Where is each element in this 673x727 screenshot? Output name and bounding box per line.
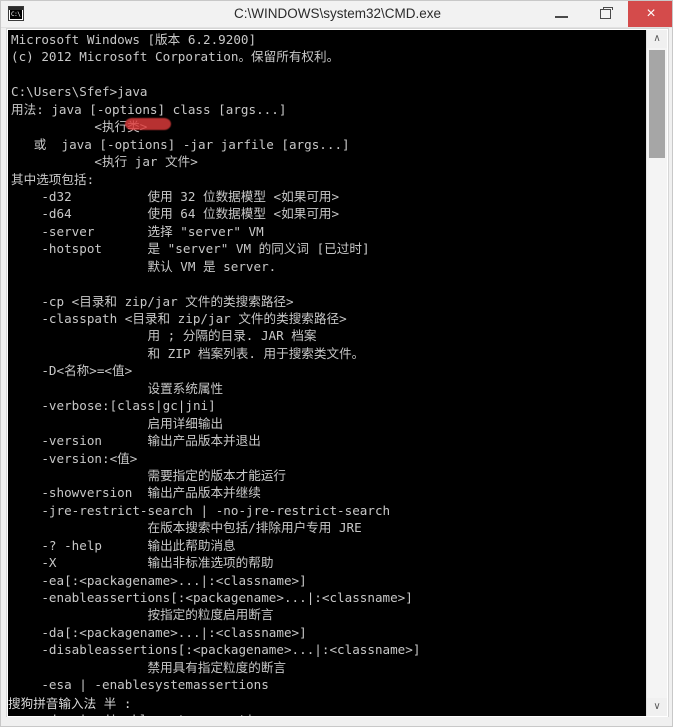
console-line: <执行 jar 文件> [11,154,198,170]
close-button[interactable]: × [628,1,672,27]
maximize-button[interactable] [584,1,628,27]
console-line: -cp <目录和 zip/jar 文件的类搜索路径> [11,293,294,309]
console-line: 其中选项包括: [11,171,95,187]
console-frame: Microsoft Windows [版本 6.2.9200] (c) 2012 … [6,28,669,718]
maximize-icon [600,6,613,19]
close-icon: × [646,5,656,22]
console-line: <执行类> [11,119,148,135]
console-output-area[interactable]: Microsoft Windows [版本 6.2.9200] (c) 2012 … [8,30,646,716]
console-line: 在版本搜索中包括/排除用户专用 JRE [11,520,362,536]
console-line: -ea[:<packagename>...|:<classname>] [11,572,307,588]
console-line: 用 ; 分隔的目录. JAR 档案 [11,328,317,344]
console-line: -X 输出非标准选项的帮助 [11,555,274,571]
console-line: 设置系统属性 [11,380,224,396]
scroll-up-icon[interactable]: ∧ [647,30,667,48]
console-line: 和 ZIP 档案列表. 用于搜索类文件。 [11,345,365,361]
console-text: Microsoft Windows [版本 6.2.9200] (c) 2012 … [11,31,646,716]
cmd-window: C:\ C:\WINDOWS\system32\CMD.exe × Micros… [0,0,673,727]
minimize-icon [555,16,568,18]
console-line: -d32 使用 32 位数据模型 <如果可用> [11,188,340,204]
console-line: -D<名称>=<值> [11,363,133,379]
console-line: 需要指定的版本才能运行 [11,467,287,483]
console-line: -verbose:[class|gc|jni] [11,398,216,414]
scrollbar-thumb[interactable] [649,50,665,158]
window-bottom-strip [1,717,672,726]
ime-status-bar[interactable]: 搜狗拼音输入法 半 : [8,694,248,713]
console-line: Microsoft Windows [版本 6.2.9200] [11,32,257,47]
console-line: -jre-restrict-search | -no-jre-restrict-… [11,502,391,518]
title-bar: C:\ C:\WINDOWS\system32\CMD.exe × [1,1,672,28]
console-line: -hotspot 是 "server" VM 的同义词 [已过时] [11,241,370,257]
console-line: -d64 使用 64 位数据模型 <如果可用> [11,206,340,222]
console-line: -da[:<packagename>...|:<classname>] [11,624,307,640]
console-line: -server 选择 "server" VM [11,223,264,239]
console-line: 用法: java [-options] class [args...] [11,101,287,117]
console-line: -showversion 输出产品版本并继续 [11,485,261,501]
minimize-button[interactable] [540,1,584,27]
console-line: -enableassertions[:<packagename>...|:<cl… [11,590,413,605]
console-line: 按指定的粒度启用断言 [11,607,274,623]
console-line: -esa | -enablesystemassertions [11,677,269,693]
console-line: -version 输出产品版本并退出 [11,433,261,449]
console-line: C:\Users\Sfef>java [11,84,148,100]
scroll-down-icon[interactable]: ∨ [647,698,667,716]
console-line: 启用详细输出 [11,415,224,431]
console-line: -? -help 输出此帮助消息 [11,537,236,553]
console-line: -disableassertions[:<packagename>...|:<c… [11,642,421,658]
console-line: -classpath <目录和 zip/jar 文件的类搜索路径> [11,311,347,326]
red-highlight-annotation [125,118,171,130]
console-line: (c) 2012 Microsoft Corporation。保留所有权利。 [11,49,340,65]
console-line: 禁用具有指定粒度的断言 [11,659,287,675]
console-line: 或 java [-options] -jar jarfile [args...] [11,136,350,152]
console-scrollbar[interactable]: ∧ ∨ [646,30,667,716]
console-line: 默认 VM 是 server. [11,258,277,274]
console-line: -version:<值> [11,450,138,466]
